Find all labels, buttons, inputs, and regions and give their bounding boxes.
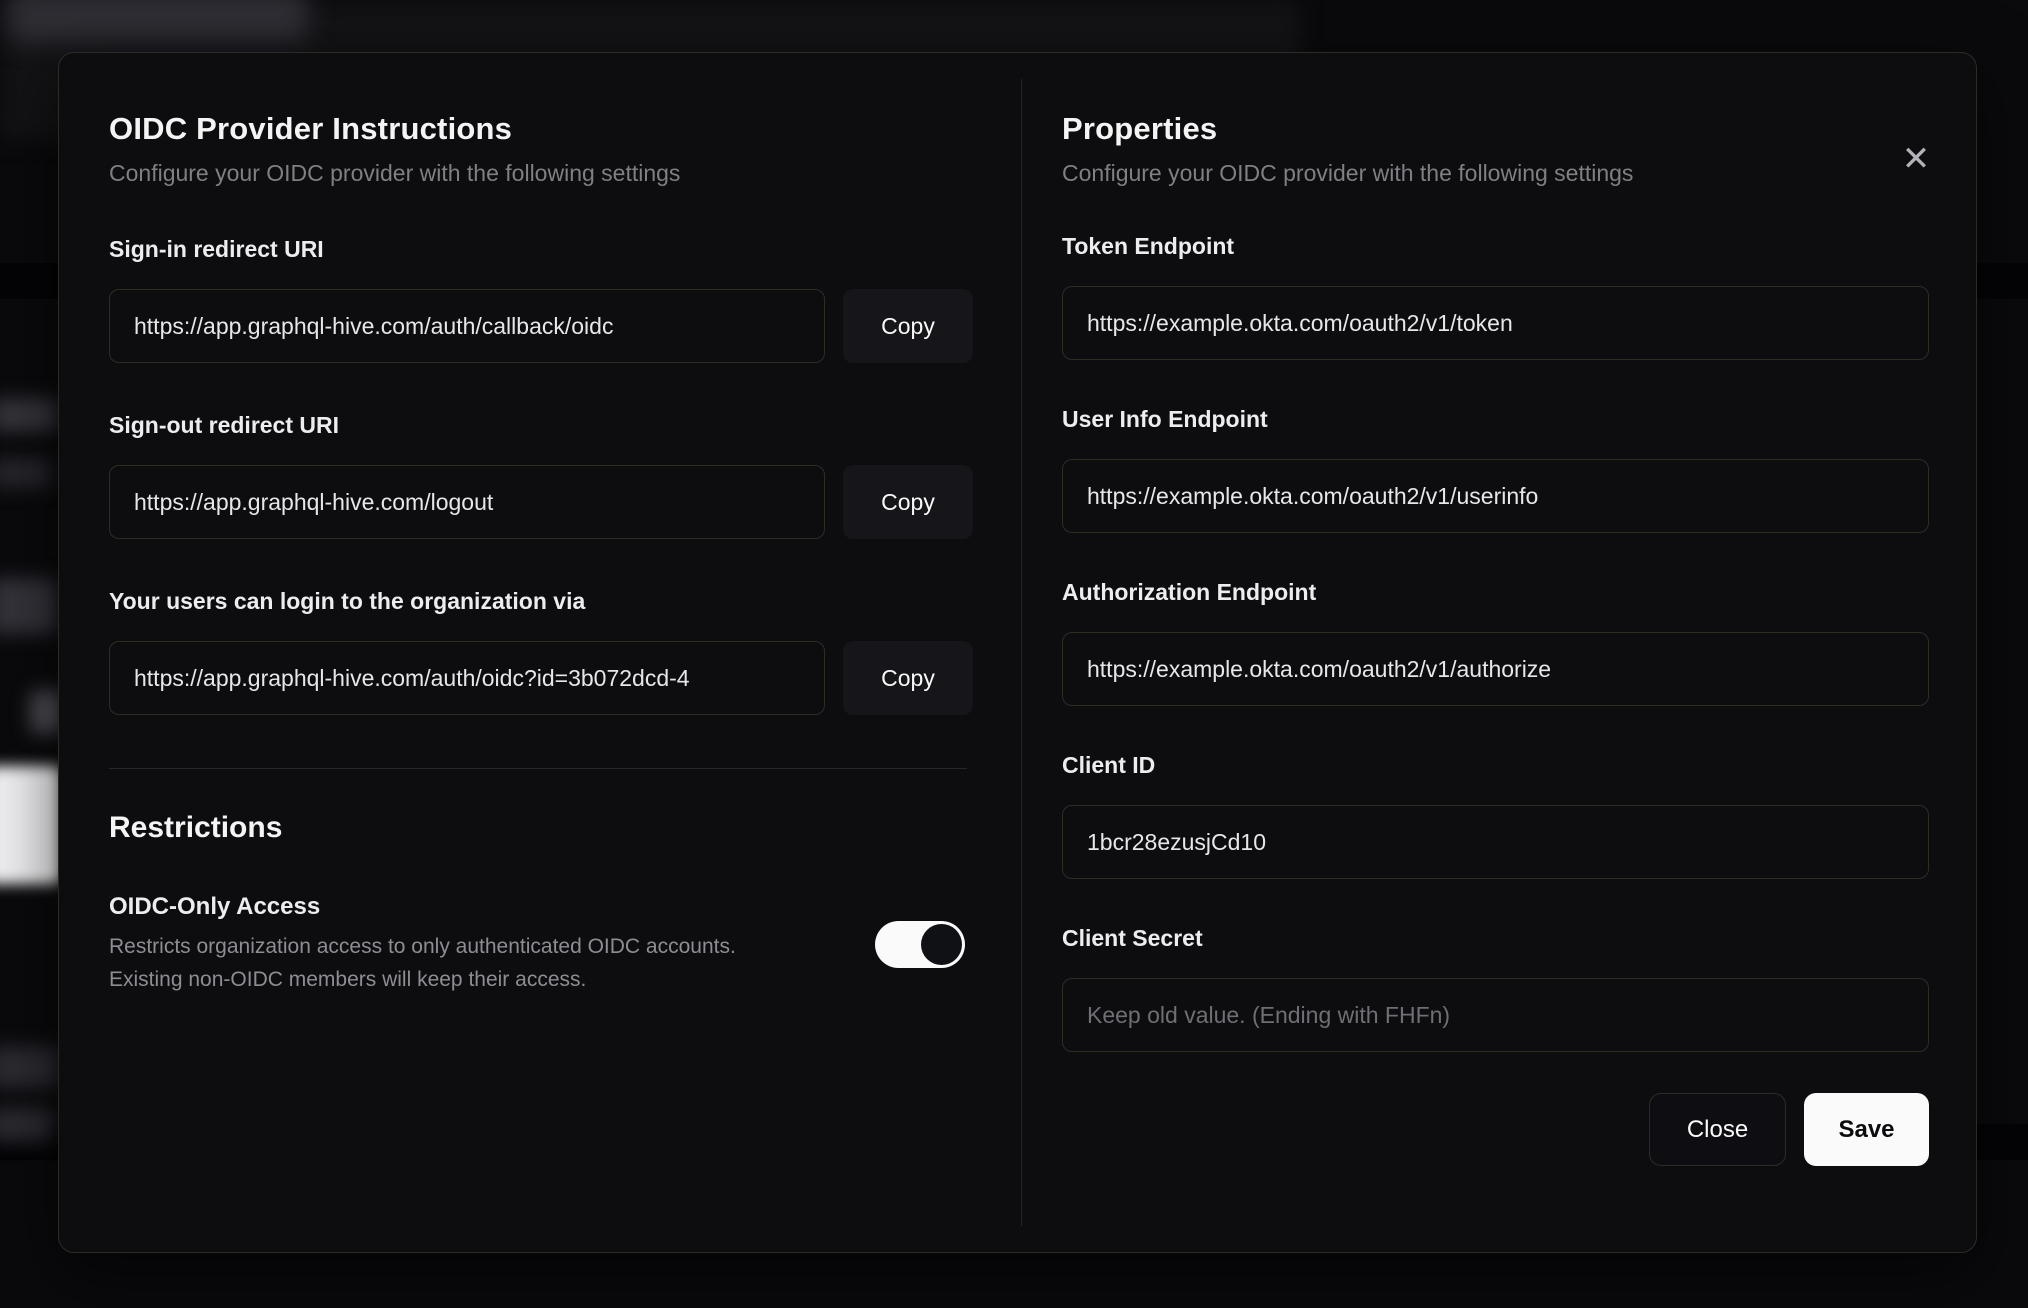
client-secret-row [1062,978,1929,1052]
dialog-footer: Close Save [1062,1093,1929,1166]
oidc-only-access-label: OIDC-Only Access [109,893,321,920]
sign-in-redirect-uri-label: Sign-in redirect URI [109,236,324,262]
sign-in-redirect-uri-input[interactable] [109,289,825,363]
client-id-row [1062,805,1929,879]
restrictions-divider [109,768,967,769]
user-info-endpoint-input[interactable] [1062,459,1929,533]
instructions-subtitle: Configure your OIDC provider with the fo… [109,160,681,186]
background-blur-blob [0,398,58,432]
user-info-endpoint-row [1062,459,1929,533]
client-secret-input[interactable] [1062,978,1929,1052]
sign-out-redirect-uri-label: Sign-out redirect URI [109,412,340,438]
token-endpoint-input[interactable] [1062,286,1929,360]
copy-sign-in-uri-button[interactable]: Copy [843,289,973,363]
background-blur-blob [0,578,58,634]
authorization-endpoint-row [1062,632,1929,706]
client-secret-label: Client Secret [1062,925,1203,951]
properties-subtitle: Configure your OIDC provider with the fo… [1062,160,1634,186]
save-button[interactable]: Save [1804,1093,1929,1166]
client-id-label: Client ID [1062,752,1156,778]
background-blur-blob [8,0,308,42]
sign-in-redirect-uri-row: Copy [109,289,973,363]
copy-sign-out-uri-button[interactable]: Copy [843,465,973,539]
organization-login-uri-label: Your users can login to the organization… [109,588,586,614]
oidc-provider-dialog: ✕ OIDC Provider Instructions Configure y… [58,52,1977,1253]
background-blur-blob [0,1108,54,1142]
background-blur-white-button [0,766,62,884]
oidc-only-access-description: Restricts organization access to only au… [109,935,736,991]
properties-title: Properties [1062,111,1218,146]
authorization-endpoint-label: Authorization Endpoint [1062,579,1317,605]
authorization-endpoint-input[interactable] [1062,632,1929,706]
sign-out-redirect-uri-input[interactable] [109,465,825,539]
token-endpoint-row [1062,286,1929,360]
instructions-pane: OIDC Provider Instructions Configure you… [59,53,1021,1252]
organization-login-uri-row: Copy [109,641,973,715]
sign-out-redirect-uri-row: Copy [109,465,973,539]
oidc-only-access-text: OIDC-Only Access Restricts organization … [109,893,809,996]
instructions-title: OIDC Provider Instructions [109,111,513,146]
organization-login-uri-input[interactable] [109,641,825,715]
column-divider [1021,79,1022,1226]
user-info-endpoint-label: User Info Endpoint [1062,406,1268,432]
properties-pane: Properties Configure your OIDC provider … [1021,53,1976,1252]
background-blur-blob [0,1046,60,1088]
token-endpoint-label: Token Endpoint [1062,233,1235,259]
oidc-only-access-toggle[interactable] [875,921,965,968]
background-blur-blob [0,458,52,488]
copy-login-uri-button[interactable]: Copy [843,641,973,715]
toggle-thumb [921,924,962,965]
client-id-input[interactable] [1062,805,1929,879]
close-button[interactable]: Close [1649,1093,1786,1166]
restrictions-title: Restrictions [109,811,283,844]
close-icon[interactable]: ✕ [1894,137,1938,181]
oidc-only-access-row: OIDC-Only Access Restricts organization … [109,893,973,996]
